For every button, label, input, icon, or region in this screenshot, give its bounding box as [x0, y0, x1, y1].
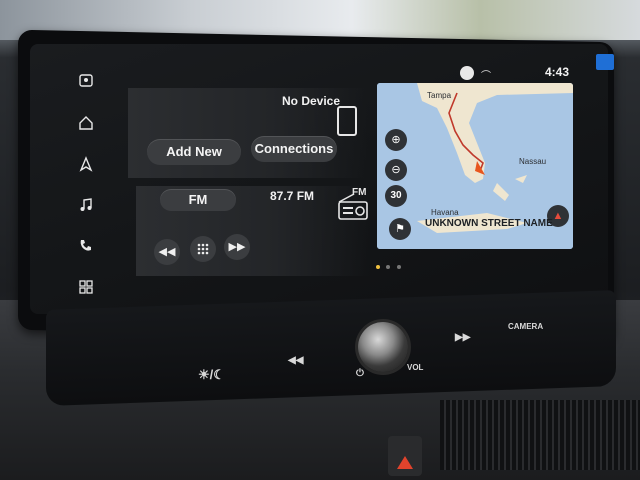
hazard-button[interactable]	[388, 436, 422, 476]
fm-radio-icon: FM	[336, 187, 370, 222]
page-dot-active	[376, 265, 380, 269]
page-indicator	[376, 256, 401, 274]
fm-radio-icon-label: FM	[352, 187, 367, 198]
camera-hardware-button[interactable]: CAMERA	[508, 322, 543, 331]
music-icon[interactable]	[76, 197, 96, 217]
vehicle-status-icon: ⌒	[481, 71, 491, 82]
smartphone-icon	[337, 106, 357, 136]
zoom-out-button[interactable]: ⊖	[385, 159, 407, 181]
map-label-tampa: Tampa	[427, 91, 452, 100]
home-icon[interactable]	[76, 115, 96, 135]
next-track-hardware-button[interactable]: ▶▶	[455, 332, 470, 343]
page-dot	[396, 265, 401, 269]
route-options-icon[interactable]: ⚑	[389, 218, 411, 240]
navigation-icon[interactable]	[76, 156, 96, 176]
map-label-havana: Havana	[431, 208, 459, 217]
apps-grid-icon[interactable]	[76, 279, 96, 299]
hardware-control-panel	[46, 290, 616, 406]
power-icon[interactable]: ⏻	[356, 368, 364, 379]
air-vent	[440, 400, 640, 470]
volume-label: VOL	[407, 363, 424, 372]
phone-icon[interactable]	[76, 238, 96, 258]
page-dot	[386, 265, 391, 269]
map-scale-indicator: 30	[385, 185, 407, 207]
device-status-text: No Device	[282, 94, 341, 108]
map-label-nassau: Nassau	[519, 157, 547, 166]
seek-back-button[interactable]: ◀◀	[154, 239, 180, 265]
previous-track-hardware-button[interactable]: ◀◀	[288, 355, 303, 366]
fm-band-button[interactable]: FM	[160, 189, 236, 211]
add-new-button[interactable]: Add New	[147, 139, 241, 165]
clock: 4:43	[545, 65, 570, 79]
assistant-icon[interactable]	[76, 73, 96, 93]
presets-button[interactable]	[190, 236, 216, 262]
status-indicator	[596, 54, 614, 70]
street-name-label: UNKNOWN STREET NAME	[425, 218, 553, 229]
volume-knob[interactable]	[358, 322, 408, 372]
gps-status-icon	[460, 66, 474, 80]
radio-frequency: 87.7 FM	[270, 189, 315, 203]
hazard-triangle-icon	[397, 456, 413, 469]
zoom-in-button[interactable]: ⊕	[385, 129, 407, 151]
map-widget[interactable]: Tampa Nassau Havana ⊕ ⊖ 30 ⚑ ▲ UNKNOWN S…	[377, 83, 573, 249]
seek-forward-button[interactable]: ▶▶	[224, 234, 250, 260]
brightness-day-night-icon[interactable]: ☀/☾	[198, 367, 225, 383]
connections-button[interactable]: Connections	[251, 136, 337, 162]
